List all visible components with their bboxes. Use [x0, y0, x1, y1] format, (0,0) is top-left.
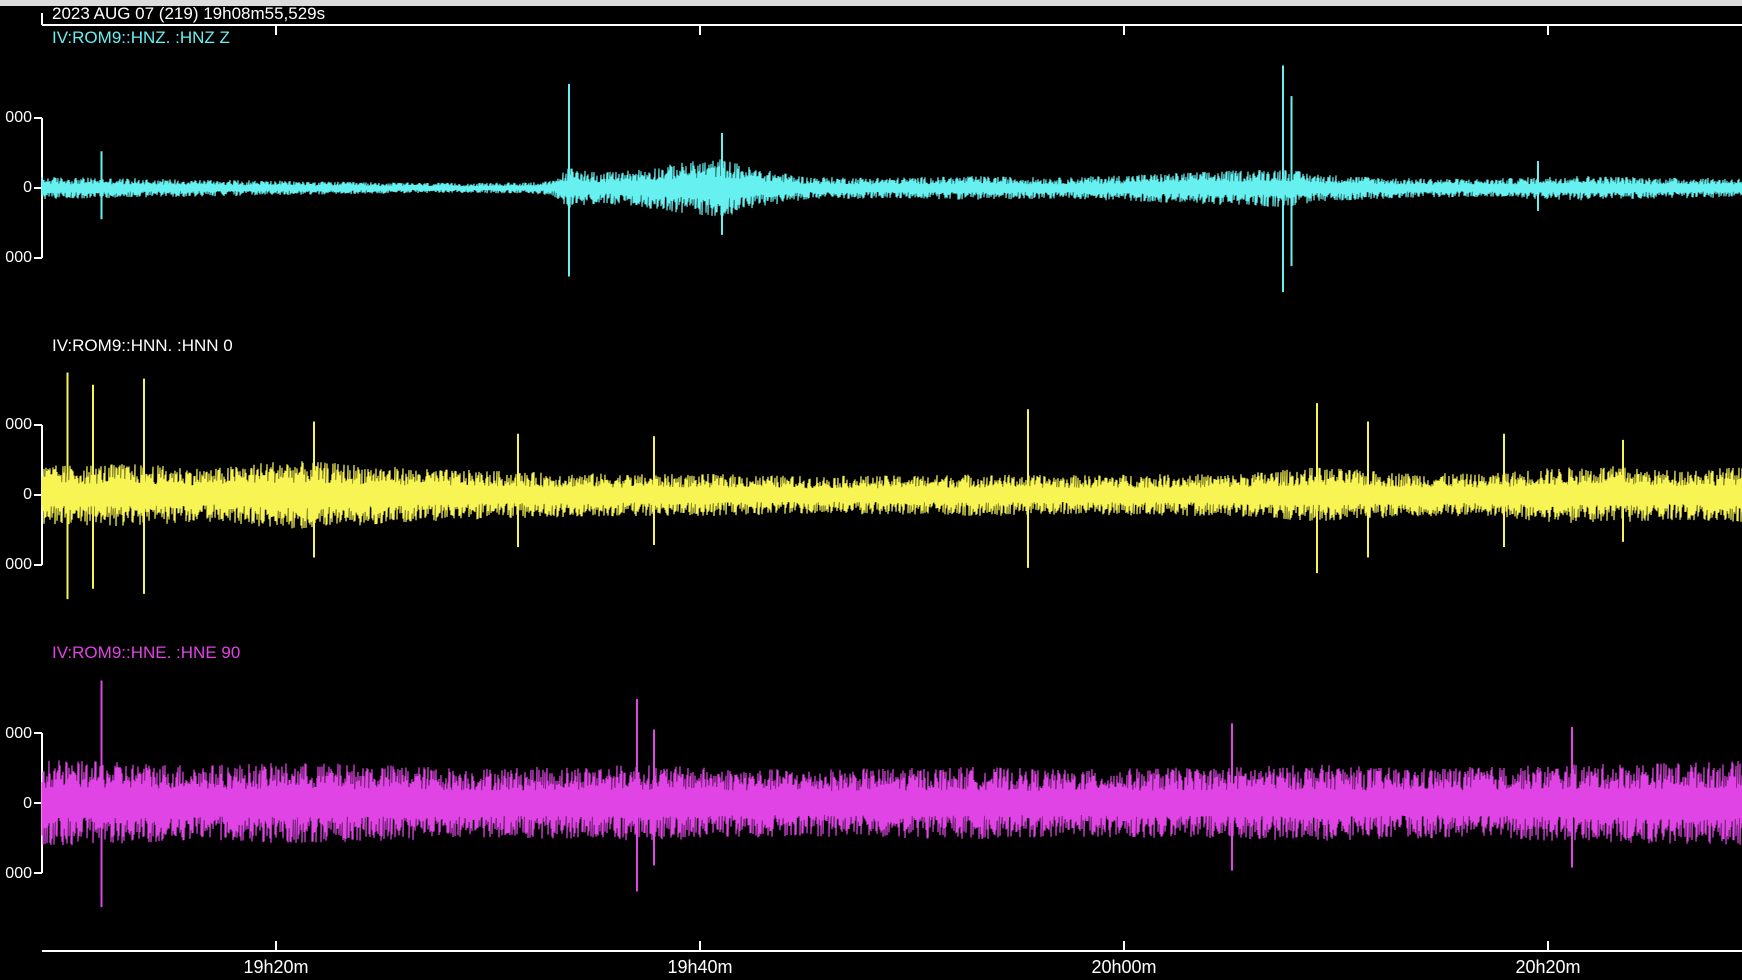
- ytick-label: 000: [5, 865, 32, 882]
- trace-label-hnn: IV:ROM9::HNN. :HNN 0: [52, 336, 233, 355]
- waveform-2: [41, 760, 1742, 846]
- trace-0: [41, 65, 1742, 293]
- trace-y-axis: [34, 424, 43, 566]
- trace-y-axis: [34, 732, 43, 874]
- trace-label-hne: IV:ROM9::HNE. :HNE 90: [52, 643, 241, 662]
- ytick-label: 0: [23, 179, 32, 196]
- trace-label-hnz: IV:ROM9::HNZ. :HNZ Z: [52, 28, 230, 47]
- seismogram-plot: [34, 13, 1742, 952]
- xtick-label: 19h20m: [243, 957, 309, 977]
- xtick-label: 19h40m: [667, 957, 733, 977]
- trace-y-axis: [34, 117, 43, 259]
- ytick-label: 000: [5, 249, 32, 266]
- waveform-0: [41, 159, 1742, 216]
- ytick-label: 0: [23, 486, 32, 503]
- start-timestamp: 2023 AUG 07 (219) 19h08m55,529s: [52, 4, 326, 23]
- trace-1: [41, 372, 1742, 600]
- waveform-1: [41, 461, 1742, 529]
- trace-2: [41, 680, 1742, 908]
- xtick-label: 20h00m: [1091, 957, 1157, 977]
- ytick-label: 000: [5, 556, 32, 573]
- ytick-label: 000: [5, 416, 32, 433]
- ytick-label: 000: [5, 109, 32, 126]
- ytick-label: 0: [23, 795, 32, 812]
- xtick-label: 20h20m: [1515, 957, 1581, 977]
- bottom-time-axis: [42, 941, 1742, 952]
- ytick-label: 000: [5, 725, 32, 742]
